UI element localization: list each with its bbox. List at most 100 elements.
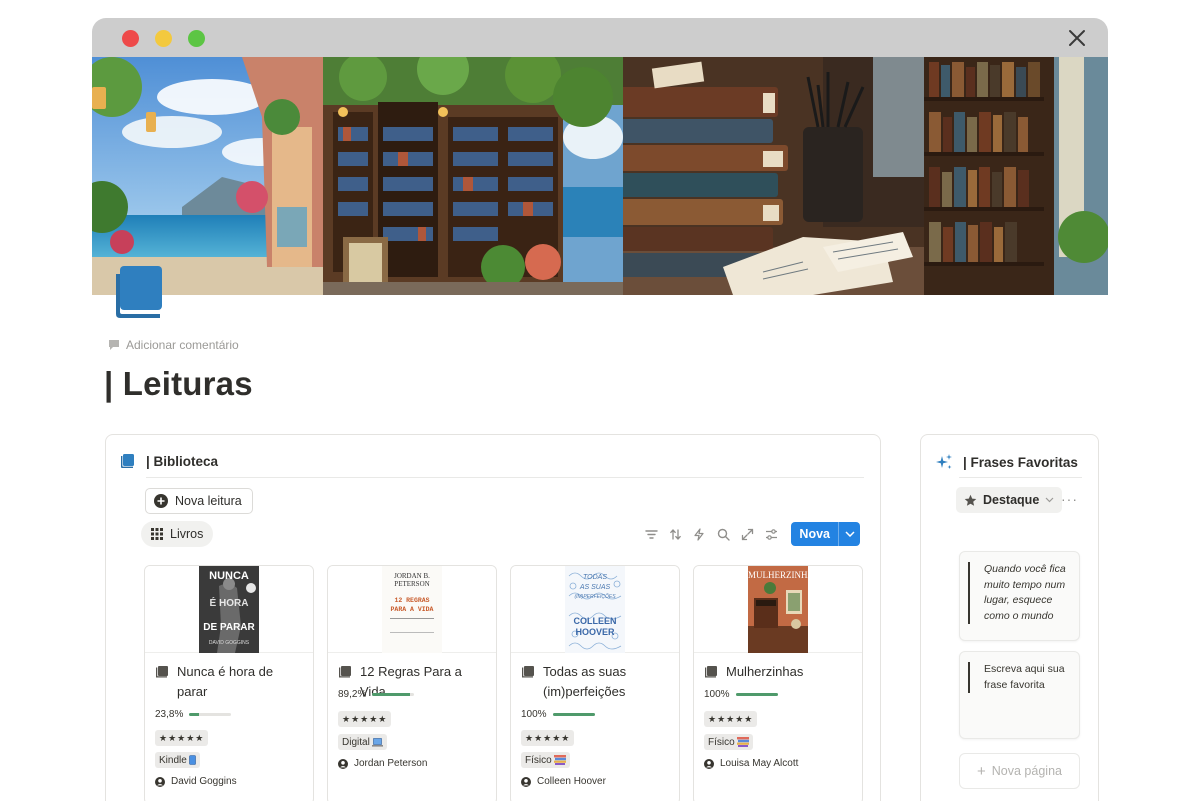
database-toolbar: Nova [643,522,860,546]
book-title: Nunca é hora de parar [177,664,274,699]
window-close-dot[interactable] [122,30,139,47]
book-author: Colleen Hoover [521,776,606,787]
add-comment[interactable]: Adicionar comentário [108,338,239,352]
book-icon [705,666,717,678]
book-card[interactable]: NUNCA É HORA DE PARAR DAVID GOGGINS Nunc… [144,565,314,801]
book-icon[interactable] [114,266,164,318]
divider [959,477,1082,478]
person-icon [521,776,531,787]
chevron-down-icon[interactable] [838,522,860,546]
app-window: Adicionar comentário | Leituras | Biblio… [92,18,1108,801]
book-progress-label: 23,8% [155,709,184,720]
settings-icon[interactable] [763,526,779,542]
book-cover-author: COLLEEN [573,616,617,626]
sort-icon[interactable] [667,526,683,542]
expand-icon[interactable] [739,526,755,542]
laptop-icon [371,737,383,747]
book-author-name: Louisa May Alcott [720,758,799,769]
format-label: Digital [342,736,370,748]
book-author: Louisa May Alcott [704,758,798,769]
progress-bar [372,693,415,696]
progress-bar-fill [372,693,410,696]
book-author-name: Colleen Hoover [537,776,606,787]
rating-stars: ★★★★★ [525,732,571,743]
person-icon [704,758,714,769]
book-cover-title: TODAS [583,574,607,581]
book-cover: MULHERZINHAS [748,566,808,653]
book-cover-author: DAVID GOGGINS [208,640,250,646]
cover-panel-seaside [92,57,323,295]
cover-image [92,57,1108,295]
book-cover: NUNCA É HORA DE PARAR DAVID GOGGINS [199,566,259,653]
view-tab-livros[interactable]: Livros [141,521,214,547]
book-cover-title: DE PARAR [203,622,255,633]
window-minimize-dot[interactable] [155,30,172,47]
filter-icon[interactable] [643,526,659,542]
book-author: Jordan Peterson [338,758,427,769]
format-label: Físico [525,754,552,766]
book-icon [522,666,534,678]
book-progress: 23,8% [155,709,232,720]
new-entry-button[interactable]: Nova [791,522,860,546]
view-select-destaque[interactable]: Destaque [956,487,1063,513]
favorites-block: | Frases Favoritas Destaque ··· Quando v… [920,434,1099,801]
new-page-label: Nova página [991,764,1062,778]
book-icon [121,454,134,468]
book-cover-area: MULHERZINHAS [694,566,862,653]
new-reading-label: Nova leitura [175,494,242,508]
book-author-name: Jordan Peterson [354,758,428,769]
search-icon[interactable] [715,526,731,542]
rating-tag: ★★★★★ [521,730,575,746]
page-title: | Leituras [104,365,253,402]
rating-stars: ★★★★★ [708,713,754,724]
book-cover-title: AS SUAS [579,584,611,591]
quote-card[interactable]: Escreva aqui sua frase favorita [959,651,1080,739]
view-tab-label: Livros [170,527,204,541]
chevron-down-icon [1045,497,1054,503]
book-icon [156,666,168,678]
format-label: Físico [708,736,735,748]
book-card[interactable]: MULHERZINHAS Mulherzinhas 100% ★★★★★ Fís… [693,565,863,801]
book-cover: TODAS AS SUAS (IM)PERFEIÇÕES COLLEEN HOO… [565,566,625,653]
format-tag: Kindle [155,752,200,768]
book-gallery: NUNCA É HORA DE PARAR DAVID GOGGINS Nunc… [144,565,863,801]
sparkles-icon [936,454,952,469]
format-tag: Físico [704,734,753,750]
divider [146,477,864,478]
format-tag: Físico [521,752,570,768]
book-cover-title: (IM)PERFEIÇÕES [574,594,616,600]
comment-icon [109,340,119,350]
favorites-header: | Frases Favoritas [935,453,1078,471]
book-progress: 100% [704,689,778,700]
book-cover-title: PARA A VIDA [390,606,434,613]
view-select-label: Destaque [983,493,1040,507]
automation-icon[interactable] [691,526,707,542]
library-block: | Biblioteca Nova leitura Livros Nova NU… [105,434,881,801]
books-icon [736,737,749,747]
new-page-button[interactable]: + Nova página [959,753,1080,789]
rating-stars: ★★★★★ [159,732,205,743]
more-options-icon[interactable]: ··· [1061,491,1078,507]
star-icon [964,494,977,506]
book-card[interactable]: JORDAN B. PETERSON 12 REGRAS PARA A VIDA… [327,565,497,801]
rating-tag: ★★★★★ [338,711,392,727]
progress-bar [735,693,778,696]
new-entry-label: Nova [799,527,830,541]
book-title-row: Todas as suas (im)perfeições [521,662,671,702]
book-icon [339,666,351,678]
book-progress: 100% [521,709,595,720]
close-icon[interactable] [1066,27,1088,49]
new-reading-button[interactable]: Nova leitura [145,488,253,514]
rating-tag: ★★★★★ [155,730,209,746]
window-maximize-dot[interactable] [188,30,205,47]
quote-text: Quando você fica muito tempo num lugar, … [968,562,1079,624]
book-progress-label: 100% [704,689,730,700]
book-title: Todas as suas (im)perfeições [543,664,627,699]
book-cover-title: 12 REGRAS [394,597,430,604]
quote-card[interactable]: Quando você fica muito tempo num lugar, … [959,551,1080,641]
cover-panel-bookshelf [924,57,1108,295]
book-cover-area: NUNCA É HORA DE PARAR DAVID GOGGINS [145,566,313,653]
book-author: David Goggins [155,776,237,787]
book-card[interactable]: TODAS AS SUAS (IM)PERFEIÇÕES COLLEEN HOO… [510,565,680,801]
progress-bar [189,713,232,716]
